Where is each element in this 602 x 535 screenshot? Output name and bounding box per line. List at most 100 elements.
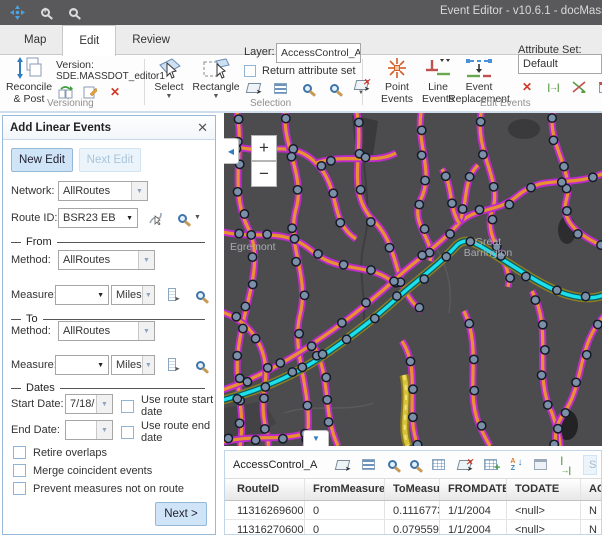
chevron-down-icon[interactable]: ▼	[126, 215, 137, 222]
point-event-marker[interactable]	[233, 395, 241, 403]
merge-event-icon[interactable]	[570, 79, 588, 95]
point-event-marker[interactable]	[371, 314, 379, 322]
point-event-marker[interactable]	[317, 162, 325, 170]
network-select[interactable]: AllRoutes ▼	[58, 181, 148, 201]
point-event-marker[interactable]	[465, 173, 473, 181]
collapse-panel-left-icon[interactable]: ◀	[224, 138, 239, 164]
point-event-marker[interactable]	[356, 186, 364, 194]
point-event-marker[interactable]	[327, 157, 335, 165]
point-event-marker[interactable]	[367, 218, 375, 226]
split-event-icon[interactable]: |→|	[544, 79, 562, 95]
point-event-marker[interactable]	[393, 292, 401, 300]
point-event-marker[interactable]	[544, 401, 552, 409]
point-event-marker[interactable]	[251, 334, 259, 342]
point-event-marker[interactable]	[574, 230, 582, 238]
event-form-icon[interactable]	[596, 79, 602, 95]
point-event-marker[interactable]	[475, 206, 483, 214]
point-event-marker[interactable]	[240, 210, 248, 218]
chevron-down-icon[interactable]: ▼	[194, 214, 201, 221]
point-event-marker[interactable]	[442, 172, 450, 180]
tab-map[interactable]: Map	[8, 25, 62, 55]
point-event-marker[interactable]	[251, 436, 259, 444]
chevron-down-icon[interactable]: ▼	[213, 93, 220, 100]
point-event-marker[interactable]	[235, 229, 243, 237]
point-event-marker[interactable]	[385, 244, 393, 252]
point-event-marker[interactable]	[249, 280, 257, 288]
chevron-down-icon[interactable]: ▼	[96, 395, 112, 413]
chevron-down-icon[interactable]: ▼	[96, 421, 112, 439]
point-event-marker[interactable]	[367, 266, 375, 274]
chevron-down-icon[interactable]: ▼	[97, 362, 108, 369]
point-event-marker[interactable]	[522, 272, 530, 280]
point-event-marker[interactable]	[282, 114, 290, 122]
point-event-marker[interactable]	[470, 355, 478, 363]
chevron-down-icon[interactable]: ▼	[142, 356, 154, 374]
point-event-marker[interactable]	[418, 126, 426, 134]
point-event-marker[interactable]	[339, 261, 347, 269]
return-attribute-set-checkbox[interactable]	[244, 65, 256, 77]
column-header[interactable]: FROMDATE	[440, 479, 507, 500]
column-header[interactable]: RouteID	[225, 479, 305, 500]
point-event-marker[interactable]	[448, 199, 456, 207]
layer-select[interactable]: AccessControl_A ▼	[276, 43, 361, 63]
point-event-marker[interactable]	[355, 118, 363, 126]
attribute-set-select[interactable]: Default	[518, 54, 602, 74]
point-event-marker[interactable]	[264, 364, 272, 372]
point-event-marker[interactable]	[549, 136, 557, 144]
route-id-combo[interactable]: BSR23 EB ▼	[58, 208, 138, 228]
map-view[interactable]: Egremont Great Barrington ◀ + − ▼	[224, 113, 602, 446]
point-event-marker[interactable]	[279, 435, 287, 443]
next-button[interactable]: Next >	[155, 502, 207, 526]
point-event-marker[interactable]	[248, 253, 256, 261]
point-event-marker[interactable]	[477, 422, 485, 430]
select-by-polygon-icon[interactable]	[244, 80, 262, 96]
point-event-marker[interactable]	[276, 359, 284, 367]
to-measure-on-map-icon[interactable]	[163, 356, 181, 372]
show-attribute-table-icon[interactable]	[432, 457, 445, 473]
point-event-marker[interactable]	[539, 321, 547, 329]
select-all-records-icon[interactable]	[362, 457, 375, 473]
point-event-marker[interactable]	[235, 419, 243, 427]
table-row[interactable]: 1131627060000.07955961/1/2004<null>N	[225, 520, 601, 535]
point-event-marker[interactable]	[420, 225, 428, 233]
zoom-in-icon[interactable]: +	[36, 5, 54, 21]
chevron-down-icon[interactable]: ▼	[131, 182, 147, 200]
map-zoom-in-button[interactable]: +	[251, 135, 277, 161]
point-event-marker[interactable]	[550, 440, 558, 446]
next-edit-button[interactable]: Next Edit	[79, 148, 141, 172]
point-events-button[interactable]: Point Events	[378, 57, 416, 105]
zoom-to-selection-icon[interactable]	[388, 457, 397, 473]
point-event-marker[interactable]	[318, 350, 326, 358]
rectangle-tool-button[interactable]: Rectangle ▼	[192, 57, 240, 100]
new-edit-button[interactable]: New Edit	[11, 148, 73, 172]
point-event-marker[interactable]	[477, 118, 485, 126]
from-zoom-icon[interactable]	[191, 287, 209, 303]
point-event-marker[interactable]	[418, 151, 426, 159]
chevron-down-icon[interactable]: ▼	[138, 251, 154, 269]
point-event-marker[interactable]	[390, 277, 398, 285]
chevron-down-icon[interactable]: ▼	[142, 286, 154, 304]
point-event-marker[interactable]	[488, 215, 496, 223]
point-event-marker[interactable]	[233, 352, 241, 360]
point-event-marker[interactable]	[415, 303, 423, 311]
point-event-marker[interactable]	[531, 296, 539, 304]
point-event-marker[interactable]	[446, 230, 454, 238]
point-event-marker[interactable]	[234, 115, 242, 123]
point-event-marker[interactable]	[295, 330, 303, 338]
collapse-panel-down-icon[interactable]: ▼	[303, 430, 329, 446]
select-tool-button[interactable]: Select ▼	[150, 57, 188, 100]
point-event-marker[interactable]	[322, 373, 330, 381]
start-date-combo[interactable]: 7/18/ ▼	[65, 394, 113, 414]
point-event-marker[interactable]	[597, 241, 602, 249]
point-event-marker[interactable]	[260, 394, 268, 402]
point-event-marker[interactable]	[292, 258, 300, 266]
point-event-marker[interactable]	[232, 313, 240, 321]
point-event-marker[interactable]	[553, 286, 561, 294]
point-event-marker[interactable]	[288, 224, 296, 232]
map-zoom-out-button[interactable]: −	[251, 161, 277, 187]
point-event-marker[interactable]	[415, 200, 423, 208]
from-units-select[interactable]: Miles ▼	[111, 285, 155, 305]
point-event-marker[interactable]	[459, 205, 467, 213]
point-event-marker[interactable]	[541, 346, 549, 354]
point-event-marker[interactable]	[421, 176, 429, 184]
